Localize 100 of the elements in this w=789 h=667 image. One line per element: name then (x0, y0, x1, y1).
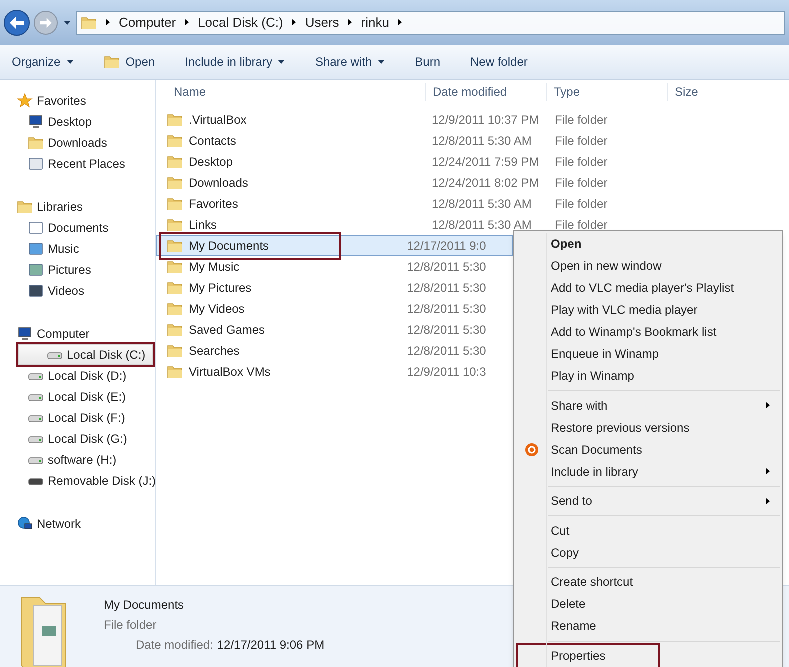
menu-item[interactable]: Share with (516, 394, 780, 417)
type-cell-text: File folder (554, 216, 609, 234)
arrow-right-icon (40, 18, 52, 28)
file-name: My Documents (104, 597, 186, 614)
chevron-right-icon (348, 19, 352, 26)
navigation-item[interactable]: software (H:) (0, 449, 155, 470)
chevron-right-icon (766, 468, 770, 476)
toolbar-button[interactable]: Include in library (181, 53, 290, 71)
breadcrumb[interactable]: Computer (119, 12, 176, 32)
type-cell-text: File folder (554, 132, 609, 150)
folder-icon (167, 238, 183, 254)
folder-icon (167, 132, 183, 148)
chevron-right-icon (766, 402, 770, 410)
navigation-item[interactable]: Videos (0, 280, 155, 301)
library-icon (17, 198, 33, 214)
file-row[interactable]: My Music 12/8/2011 5:30 (156, 256, 513, 277)
file-row[interactable]: Searches 12/8/2011 5:30 (156, 340, 513, 361)
caret-icon (64, 20, 70, 24)
menu-item[interactable]: Delete (516, 593, 780, 616)
navigation-item[interactable]: Recent Places (0, 153, 155, 174)
menu-item[interactable]: Rename (516, 615, 780, 638)
breadcrumb[interactable]: rinku (361, 12, 390, 32)
menu-item[interactable]: Add to Winamp's Bookmark list (516, 321, 780, 343)
file-name: My Music (167, 258, 240, 276)
back-button[interactable] (4, 10, 30, 36)
menu-item[interactable]: Play in Winamp (516, 365, 780, 387)
address-field[interactable]: Computer Local Disk (C:) Users rinku (76, 10, 785, 34)
column-header[interactable]: Date modified (426, 83, 547, 101)
chevron-right-icon (766, 498, 770, 505)
menu-item[interactable]: Add to VLC media player's Playlist (516, 277, 780, 299)
folder-icon (167, 174, 183, 190)
navigation-header[interactable]: Network (0, 513, 155, 534)
navigation-item[interactable]: Desktop (0, 111, 155, 132)
menu-item[interactable]: Open (516, 233, 780, 255)
date-cell-text: 12/8/2011 5:30 (406, 300, 488, 318)
toolbar-button[interactable]: Open (100, 53, 160, 71)
navigation-item[interactable]: Pictures (0, 259, 155, 280)
type-cell-text: File folder (554, 154, 609, 170)
menu-item[interactable]: Cut (516, 520, 780, 542)
navigation-header[interactable]: Favorites (0, 90, 155, 111)
navigation-item[interactable]: Local Disk (C:) (18, 344, 153, 365)
file-row[interactable]: VirtualBox VMs 12/9/2011 10:3 (156, 361, 513, 382)
file-row[interactable]: Saved Games 12/8/2011 5:30 (156, 319, 513, 340)
file-name: Links (167, 216, 218, 234)
navigation-item[interactable]: Local Disk (G:) (0, 428, 155, 449)
star-icon (17, 92, 33, 108)
breadcrumb[interactable]: Users (305, 12, 340, 32)
date-cell-text: 12/8/2011 5:30 AM (431, 132, 533, 150)
column-header[interactable]: Size (668, 83, 748, 101)
chevron-right-icon (398, 19, 402, 26)
menu-item[interactable]: Play with VLC media player (516, 299, 780, 321)
file-row[interactable]: Downloads 12/24/2011 8:02 PM File folder (156, 172, 789, 193)
breadcrumb[interactable]: Local Disk (C:) (198, 12, 284, 32)
file-name: My Pictures (167, 278, 252, 296)
arrow-left-icon (10, 16, 24, 28)
folder-icon (167, 196, 183, 212)
folder-icon (167, 258, 183, 274)
navigation-item[interactable]: Local Disk (E:) (0, 386, 155, 407)
date-cell-text: 12/8/2011 5:30 AM (431, 216, 533, 234)
column-header[interactable]: Type (547, 83, 668, 101)
file-row[interactable]: My Pictures 12/8/2011 5:30 (156, 277, 513, 298)
file-name: Desktop (167, 152, 234, 170)
menu-item[interactable]: Copy (516, 542, 780, 564)
navigation-item[interactable]: Music (0, 238, 155, 259)
menu-item[interactable]: Send to (516, 490, 780, 512)
navigation-item[interactable]: Local Disk (D:) (0, 365, 155, 386)
menu-item[interactable]: Enqueue in Winamp (516, 343, 780, 365)
file-row[interactable]: Contacts 12/8/2011 5:30 AM File folder (156, 130, 789, 151)
caret-icon (378, 60, 386, 64)
menu-item[interactable]: Include in library (516, 460, 780, 483)
toolbar-button[interactable]: New folder (466, 53, 532, 71)
navigation-header[interactable]: Libraries (0, 196, 155, 217)
file-row[interactable]: Links 12/8/2011 5:30 AM File folder (156, 214, 789, 235)
file-row[interactable]: Desktop 12/24/2011 7:59 PM File folder (156, 151, 789, 172)
toolbar-button[interactable]: Share with (311, 53, 390, 71)
date-cell-text: 12/9/2011 10:37 PM (431, 112, 540, 128)
file-name: My Documents (161, 234, 339, 258)
navigation-item[interactable]: Local Disk (F:) (0, 407, 155, 428)
file-name: Saved Games (167, 320, 266, 338)
menu-item[interactable]: Restore previous versions (516, 416, 780, 439)
toolbar-button[interactable]: Burn (411, 53, 444, 71)
navigation-item[interactable]: Documents (0, 217, 155, 238)
file-row[interactable]: My Videos 12/8/2011 5:30 (156, 298, 513, 319)
menu-item[interactable]: Open in new window (516, 255, 780, 277)
folder-icon (167, 364, 183, 380)
file-row[interactable]: Favorites 12/8/2011 5:30 AM File folder (156, 193, 789, 214)
type-cell-text: File folder (554, 196, 609, 212)
menu-item[interactable]: Properties (518, 644, 658, 667)
folder-icon (104, 54, 120, 70)
navigation-item[interactable]: Removable Disk (J:) (0, 470, 155, 491)
file-row[interactable]: .VirtualBox 12/9/2011 10:37 PM File folder (156, 109, 789, 130)
menu-item[interactable]: Create shortcut (516, 571, 780, 594)
menu-item[interactable]: Scan Documents (516, 438, 780, 461)
column-header[interactable]: Name (156, 83, 426, 101)
toolbar-button[interactable]: Organize (8, 53, 78, 71)
navigation-header[interactable]: Computer (0, 323, 155, 344)
folder-icon (167, 154, 183, 170)
folder-icon (167, 322, 183, 338)
navigation-item[interactable]: Downloads (0, 132, 155, 153)
type-cell-text: File folder (554, 174, 609, 192)
